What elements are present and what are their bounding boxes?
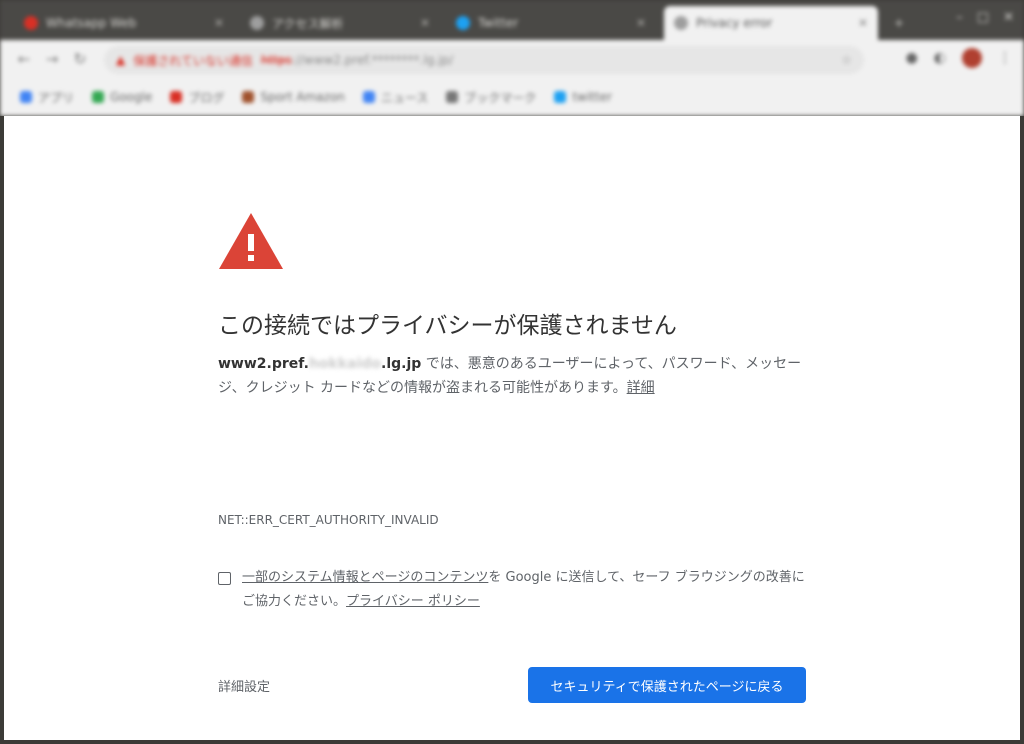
tab-label: Privacy error <box>696 16 773 30</box>
bookmark-label: Google <box>110 90 153 104</box>
tab-favicon <box>250 16 264 30</box>
bookmark-favicon <box>446 91 459 103</box>
tab-active[interactable]: Privacy error ✕ <box>664 6 878 40</box>
address-bar[interactable]: ▲ 保護されていない通信 https://www2.pref.********.… <box>104 46 864 74</box>
system-info-link[interactable]: 一部のシステム情報とページのコンテンツ <box>242 570 488 585</box>
security-status[interactable]: 保護されていない通信 <box>133 52 253 69</box>
tab-favicon <box>456 16 470 30</box>
back-arrow-icon[interactable]: ← <box>10 50 38 68</box>
tab-label: Twitter <box>478 16 519 30</box>
tab-favicon <box>24 16 38 30</box>
window-close-icon[interactable]: ✕ <box>1003 10 1014 25</box>
checkbox-label: 一部のシステム情報とページのコンテンツを Google に送信して、セーフ ブラ… <box>242 566 808 614</box>
safe-browsing-checkbox[interactable] <box>218 572 231 585</box>
close-icon[interactable]: ✕ <box>214 16 224 30</box>
avatar[interactable] <box>962 48 982 68</box>
domain-name: www2.pref.hokkaido.lg.jp <box>218 356 421 372</box>
bookmark-label: ブログ <box>188 90 225 105</box>
bookmark-item[interactable]: ブログ <box>170 89 224 106</box>
warning-triangle-icon: ▲ <box>116 53 126 67</box>
new-tab-button[interactable]: + <box>884 6 914 40</box>
bookmark-item[interactable]: アプリ <box>20 89 74 106</box>
url-rest: ://www2.pref.********.lg.jp/ <box>291 53 454 67</box>
error-description: www2.pref.hokkaido.lg.jp では、悪意のあるユーザーによっ… <box>218 352 808 400</box>
bookmark-label: Sport Amazon <box>260 90 345 104</box>
reload-icon[interactable]: ↻ <box>66 50 94 68</box>
url-scheme: https <box>260 53 292 67</box>
toolbar-actions: ● ◐ ⋮ <box>906 48 1012 68</box>
bookmark-item[interactable]: Google <box>92 90 152 104</box>
bookmark-favicon <box>170 91 183 103</box>
advanced-button[interactable]: 詳細設定 <box>218 676 270 695</box>
extension-icon[interactable]: ● <box>906 50 918 66</box>
bookmarks-bar: アプリ Google ブログ Sport Amazon ニュース ブックマーク … <box>0 78 1024 116</box>
details-link[interactable]: 詳細 <box>627 380 655 396</box>
privacy-policy-link[interactable]: プライバシー ポリシー <box>346 594 480 609</box>
tab-label: Whatsapp Web <box>46 16 137 30</box>
back-to-safety-button[interactable]: セキュリティで保護されたページに戻る <box>528 667 806 703</box>
minimize-icon[interactable]: – <box>956 10 963 25</box>
star-icon[interactable]: ☆ <box>841 53 852 67</box>
menu-icon[interactable]: ⋮ <box>998 50 1012 66</box>
bookmark-favicon <box>92 91 105 103</box>
bookmark-label: ニュース <box>380 90 429 105</box>
plus-icon: + <box>894 16 905 30</box>
close-icon[interactable]: ✕ <box>420 16 430 30</box>
page-viewport: この接続ではプライバシーが保護されません www2.pref.hokkaido.… <box>4 116 1020 740</box>
domain-prefix: www2.pref. <box>218 356 309 372</box>
bookmark-item[interactable]: twitter <box>554 90 612 104</box>
bookmark-label: twitter <box>572 90 612 104</box>
close-icon[interactable]: ✕ <box>858 16 868 30</box>
bookmark-favicon <box>242 91 255 103</box>
tab-1[interactable]: Whatsapp Web ✕ <box>14 6 234 40</box>
maximize-icon[interactable]: □ <box>977 10 989 25</box>
tab-2[interactable]: アクセス解析 ✕ <box>240 6 440 40</box>
bookmark-label: アプリ <box>38 90 75 105</box>
error-code: NET::ERR_CERT_AUTHORITY_INVALID <box>218 513 439 527</box>
bookmark-label: ブックマーク <box>464 90 537 105</box>
bookmark-item[interactable]: ニュース <box>362 89 429 106</box>
tab-3[interactable]: Twitter ✕ <box>446 6 656 40</box>
bookmark-favicon <box>20 91 32 103</box>
bookmark-item[interactable]: Sport Amazon <box>242 90 345 104</box>
forward-arrow-icon[interactable]: → <box>38 50 66 68</box>
close-icon[interactable]: ✕ <box>636 16 646 30</box>
window-controls: – □ ✕ <box>956 10 1014 25</box>
bookmark-favicon <box>554 91 567 103</box>
bookmark-item[interactable]: ブックマーク <box>446 89 536 106</box>
domain-hidden: hokkaido <box>308 356 382 372</box>
tab-favicon <box>674 16 688 30</box>
warning-triangle-icon <box>219 213 283 269</box>
page-title: この接続ではプライバシーが保護されません <box>218 313 677 339</box>
bookmark-favicon <box>362 91 375 103</box>
browser-chrome: Whatsapp Web ✕ アクセス解析 ✕ Twitter ✕ Privac… <box>0 0 1024 116</box>
extension-icon[interactable]: ◐ <box>934 50 946 66</box>
domain-suffix: .lg.jp <box>381 356 422 372</box>
tab-label: アクセス解析 <box>272 16 344 31</box>
tab-strip: Whatsapp Web ✕ アクセス解析 ✕ Twitter ✕ Privac… <box>0 0 1024 40</box>
